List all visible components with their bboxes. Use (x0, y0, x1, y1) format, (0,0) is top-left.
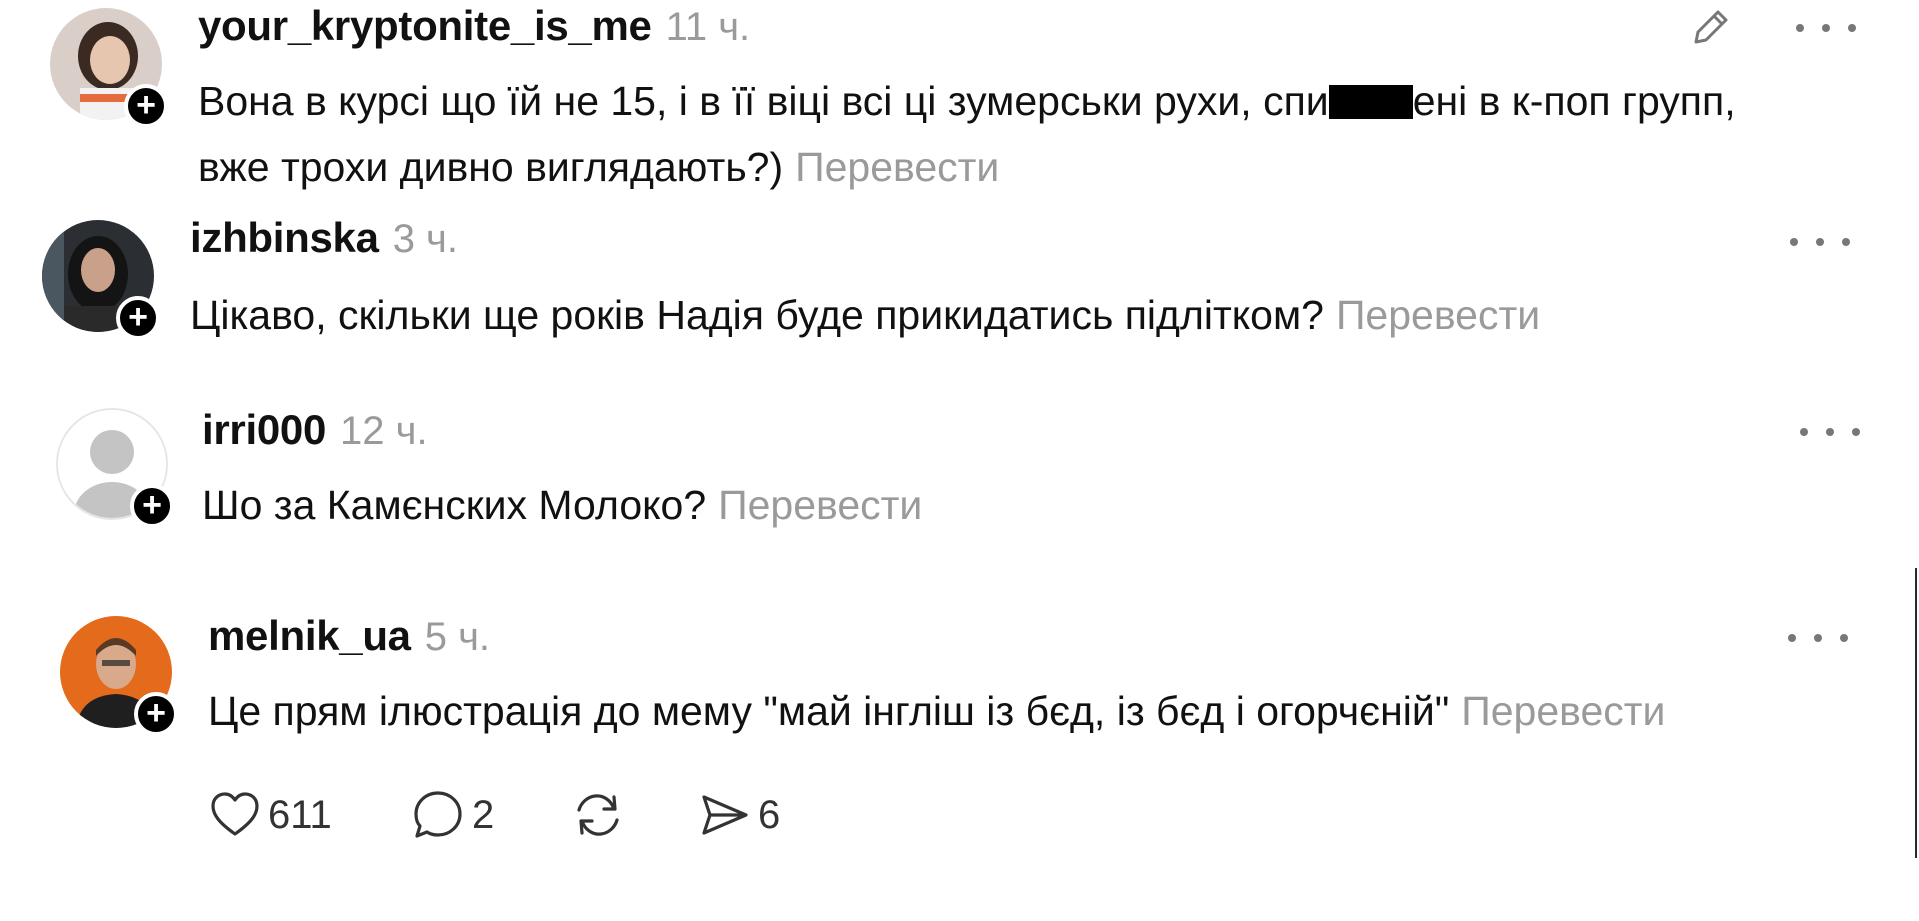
repost-icon (577, 794, 619, 836)
translate-link[interactable]: Перевести (1336, 292, 1540, 338)
translate-link[interactable]: Перевести (718, 482, 922, 528)
follow-plus-icon[interactable]: + (130, 484, 174, 528)
follow-plus-icon[interactable]: + (124, 84, 168, 128)
like-button[interactable]: 611 (208, 782, 332, 848)
follow-plus-icon[interactable]: + (116, 296, 160, 340)
reply-count: 2 (472, 792, 495, 837)
share-button[interactable]: 6 (696, 782, 780, 848)
username[interactable]: melnik_ua (208, 612, 411, 659)
repost-button[interactable] (570, 782, 626, 848)
timestamp: 3 ч. (392, 217, 458, 261)
username[interactable]: izhbinska (190, 214, 379, 261)
translate-link[interactable]: Перевести (1461, 688, 1665, 734)
scrollbar-edge (1915, 568, 1917, 858)
pencil-icon[interactable] (1686, 4, 1734, 57)
avatar[interactable]: + (56, 408, 174, 528)
username[interactable]: irri000 (202, 406, 326, 453)
follow-plus-icon[interactable]: + (134, 692, 178, 736)
avatar[interactable]: + (42, 220, 160, 340)
comment-text: Шо за Камєнских Молоко? Перевести (202, 482, 923, 528)
timestamp: 12 ч. (340, 409, 428, 453)
reply-button[interactable]: 2 (410, 782, 494, 848)
timestamp: 11 ч. (665, 5, 751, 49)
more-options-icon[interactable] (1796, 18, 1856, 38)
avatar[interactable]: + (50, 8, 168, 128)
comment-text: Цікаво, скільки ще років Надія буде прик… (190, 292, 1541, 338)
share-count: 6 (758, 792, 781, 837)
comment-text: Це прям ілюстрація до мему "май інгліш і… (208, 688, 1666, 734)
more-options-icon[interactable] (1788, 628, 1848, 648)
username[interactable]: your_kryptonite_is_me (198, 2, 652, 49)
redaction-block (1328, 85, 1413, 119)
more-options-icon[interactable] (1800, 422, 1860, 442)
more-options-icon[interactable] (1790, 232, 1850, 252)
send-icon (702, 795, 748, 835)
speech-bubble-icon (414, 791, 462, 838)
avatar[interactable]: + (60, 616, 178, 736)
comment-text: Вона в курсі що їй не 15, і в її віці вс… (198, 78, 1736, 190)
translate-link[interactable]: Перевести (795, 144, 999, 190)
like-count: 611 (268, 792, 332, 837)
heart-icon (211, 792, 259, 836)
timestamp: 5 ч. (424, 615, 491, 659)
